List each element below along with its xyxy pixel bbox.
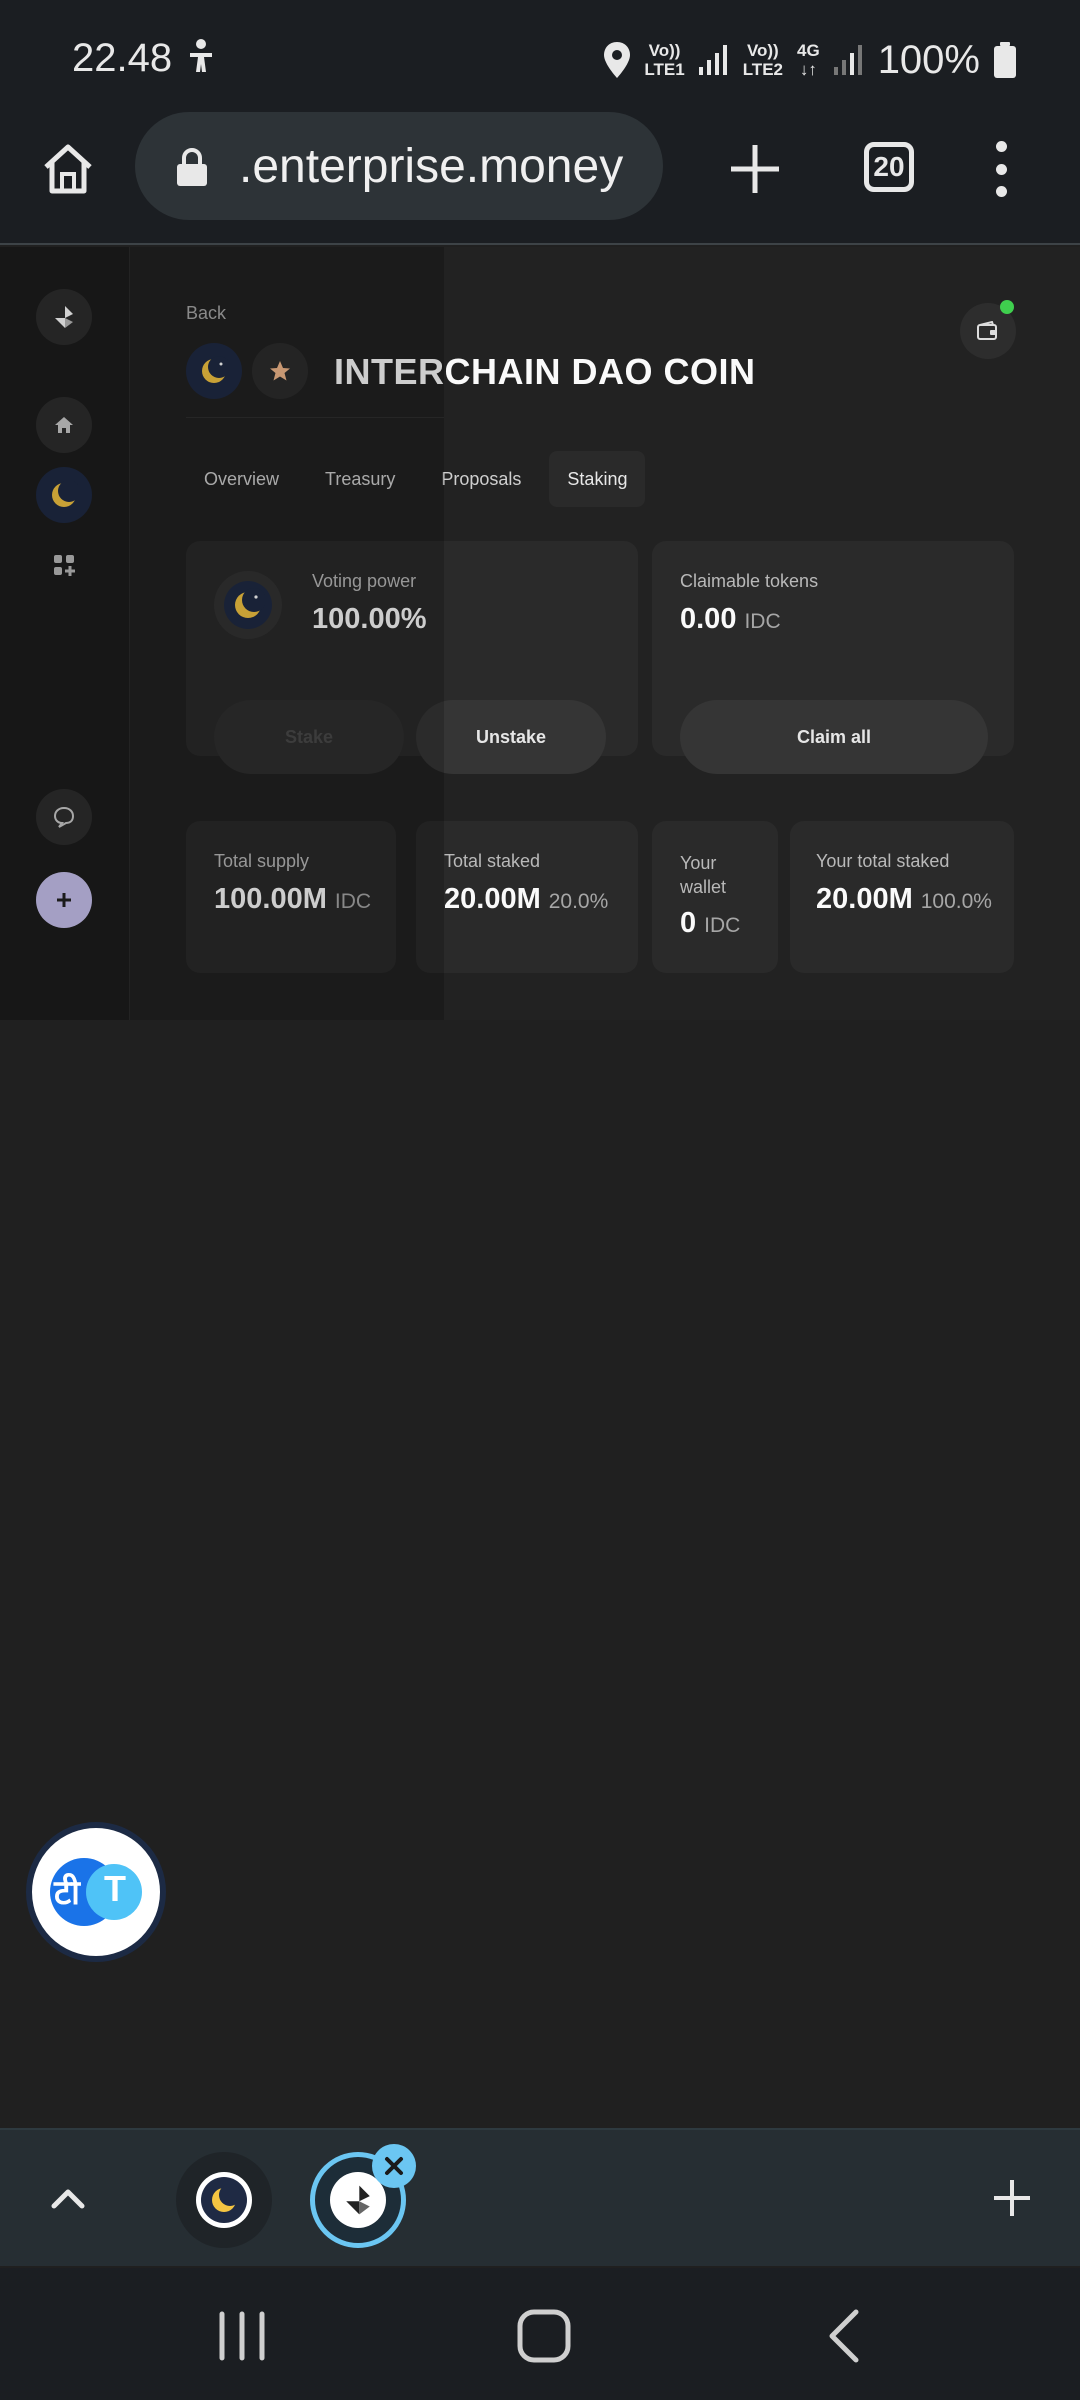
voting-power-label: Voting power: [312, 571, 417, 591]
new-tab-icon[interactable]: [990, 2176, 1034, 2220]
voting-power-card: Voting power 100.00% Stake Unstake: [186, 541, 638, 774]
enterprise-logo[interactable]: [36, 289, 92, 345]
sim1-label: Vo)) LTE1: [644, 41, 685, 79]
chevron-up-icon[interactable]: [46, 2176, 90, 2220]
dao-logo: [186, 343, 242, 399]
tab-thumbnail-dao[interactable]: [176, 2152, 272, 2248]
home-nav-icon[interactable]: [514, 2306, 574, 2366]
claim-all-button[interactable]: Claim all: [680, 700, 988, 774]
claimable-value: 0.00 IDC: [680, 603, 781, 635]
star-icon: [270, 361, 290, 381]
total-supply-value: 100.00M IDC: [214, 883, 372, 915]
sidebar-apps[interactable]: [36, 537, 92, 593]
back-nav-icon[interactable]: [816, 2306, 876, 2366]
total-staked-card: Total staked 20.00M 20.0%: [416, 821, 638, 973]
total-supply-label: Total supply: [214, 851, 310, 871]
total-staked-value: 20.00M 20.0%: [444, 883, 609, 915]
new-tab-icon[interactable]: [725, 139, 785, 199]
stake-button[interactable]: Stake: [214, 700, 404, 774]
system-nav-bar: [0, 2268, 1080, 2400]
token-logo: [214, 571, 282, 639]
claimable-label: Claimable tokens: [680, 571, 819, 591]
enterprise-logo-icon: [346, 2185, 370, 2215]
enterprise-logo-icon: [55, 306, 73, 328]
more-icon[interactable]: [994, 141, 1008, 197]
tab-treasury[interactable]: Treasury: [307, 451, 413, 507]
sidebar-add-dao[interactable]: [36, 872, 92, 928]
tab-switcher-button[interactable]: 20: [864, 142, 914, 192]
home-icon[interactable]: [40, 141, 96, 197]
translate-target-glyph: T: [104, 1868, 126, 1909]
apps-icon: [54, 555, 75, 576]
claimable-tokens-card: Claimable tokens 0.00 IDC Claim all: [652, 541, 1014, 774]
web-content: Back INTERCHAIN DAO COIN Overview Treasu…: [0, 247, 1080, 1020]
tab-strip: [0, 2128, 1080, 2266]
translate-bubble[interactable]: टी T: [26, 1822, 166, 1962]
your-wallet-card: Your wallet 0 IDC: [652, 821, 778, 973]
your-total-staked-label: Your total staked: [816, 851, 950, 871]
your-wallet-label: Your wallet: [680, 853, 727, 897]
title-divider: [186, 417, 444, 418]
your-total-staked-value: 20.00M 100.0%: [816, 883, 992, 915]
accessibility-icon: [190, 39, 212, 72]
tab-overview[interactable]: Overview: [186, 451, 297, 507]
tab-proposals[interactable]: Proposals: [423, 451, 539, 507]
moon-icon: [52, 481, 78, 507]
battery-percent: 100%: [877, 37, 980, 82]
home-icon: [55, 417, 73, 433]
translate-source-glyph: टी: [54, 1873, 80, 1913]
battery-icon: [994, 42, 1016, 78]
total-staked-label: Total staked: [444, 851, 541, 871]
sidebar-home[interactable]: [36, 397, 92, 453]
your-wallet-value: 0 IDC: [680, 907, 741, 939]
app-sidebar: [0, 247, 130, 1020]
recents-icon[interactable]: [212, 2306, 272, 2366]
close-tab-button[interactable]: [372, 2144, 416, 2188]
sidebar-dao-interchain[interactable]: [36, 467, 92, 523]
signal-icon: [833, 45, 862, 75]
dao-tabs: Overview Treasury Proposals Staking: [186, 451, 646, 507]
status-icons: Vo)) LTE1 Vo)) LTE2 4G ↓↑ 100%: [604, 30, 1016, 90]
wallet-connected-indicator: [1000, 300, 1014, 314]
voting-power-value: 100.00%: [312, 603, 427, 635]
wallet-icon: [977, 321, 997, 340]
close-icon: [385, 2157, 403, 2175]
unstake-button[interactable]: Unstake: [416, 700, 606, 774]
status-time: 22.48: [72, 36, 173, 80]
translate-icon: [50, 1858, 142, 1926]
lock-icon: [177, 148, 207, 186]
dao-title: INTERCHAIN DAO COIN: [334, 351, 756, 392]
url-text: .enterprise.money: [239, 140, 624, 193]
tab-staking[interactable]: Staking: [549, 451, 646, 507]
favorite-button[interactable]: [252, 343, 308, 399]
location-icon: [604, 42, 631, 78]
data-type-label: 4G ↓↑: [797, 41, 820, 79]
moon-icon: [212, 2184, 240, 2212]
sim2-label: Vo)) LTE2: [742, 41, 783, 79]
back-link[interactable]: Back: [186, 303, 226, 324]
your-total-staked-card: Your total staked 20.00M 100.0%: [790, 821, 1014, 973]
sidebar-feedback[interactable]: [36, 789, 92, 845]
plus-icon: [57, 893, 71, 907]
total-supply-card: Total supply 100.00M IDC: [186, 821, 396, 973]
moon-icon: [202, 356, 229, 383]
status-bar: 22.48 Vo)) LTE1 Vo)) LTE2 4G ↓↑ 100%: [0, 0, 1080, 115]
chat-icon: [53, 806, 75, 828]
url-bar[interactable]: .enterprise.money: [135, 112, 663, 220]
signal-icon: [698, 45, 727, 75]
moon-icon: [235, 588, 265, 618]
